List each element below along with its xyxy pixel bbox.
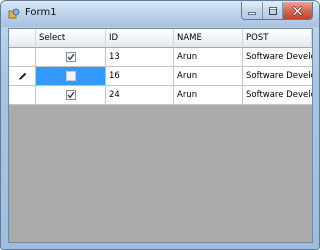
row-header-cell[interactable] (9, 48, 36, 67)
post-cell[interactable]: Software Develo... (243, 86, 312, 105)
id-cell[interactable]: 13 (106, 48, 174, 67)
maximize-button[interactable] (263, 2, 283, 19)
close-button[interactable] (282, 2, 312, 19)
select-checkbox[interactable] (65, 90, 76, 100)
row-header-cell[interactable] (9, 67, 36, 86)
name-cell[interactable]: Arun (174, 67, 243, 86)
window-title: Form1 (25, 7, 57, 18)
select-cell[interactable] (36, 48, 106, 67)
close-icon (292, 5, 303, 16)
column-header-label: ID (109, 33, 119, 43)
datagridview[interactable]: Select ID NAME POST 13 Arun Software Dev… (8, 28, 313, 243)
select-cell[interactable] (36, 86, 106, 105)
column-header-label: Select (39, 33, 66, 43)
data-grid: Select ID NAME POST 13 Arun Software Dev… (9, 29, 312, 105)
post-cell[interactable]: Software Develo... (243, 67, 312, 86)
pencil-edit-icon (18, 72, 26, 80)
checkmark-icon (67, 53, 75, 61)
table-row[interactable]: 13 Arun Software Develo... (9, 48, 312, 67)
column-header-post[interactable]: POST (243, 29, 312, 48)
maximize-icon (268, 6, 277, 15)
window-controls (241, 2, 313, 20)
row-header-cell[interactable] (9, 86, 36, 105)
column-header-select[interactable]: Select (36, 29, 106, 48)
column-header-name[interactable]: NAME (174, 29, 243, 48)
column-header-row: Select ID NAME POST (9, 29, 312, 48)
table-row[interactable]: 24 Arun Software Develo... (9, 86, 312, 105)
column-header-id[interactable]: ID (106, 29, 174, 48)
select-cell[interactable] (36, 67, 106, 86)
minimize-icon (248, 11, 257, 15)
form1-window: Form1 Select ID NAME POST 13 Arun Softwa… (0, 0, 320, 250)
column-header-label: POST (246, 33, 269, 43)
id-cell[interactable]: 16 (106, 67, 174, 86)
select-checkbox[interactable] (65, 71, 76, 81)
minimize-button[interactable] (242, 2, 264, 19)
app-icon (8, 8, 20, 19)
name-cell[interactable]: Arun (174, 48, 243, 67)
select-checkbox[interactable] (65, 52, 76, 62)
checkmark-icon (67, 91, 75, 99)
column-header-label: NAME (177, 33, 202, 43)
id-cell[interactable]: 24 (106, 86, 174, 105)
top-left-header-cell[interactable] (9, 29, 36, 48)
post-cell[interactable]: Software Develo... (243, 48, 312, 67)
name-cell[interactable]: Arun (174, 86, 243, 105)
table-row[interactable]: 16 Arun Software Develo... (9, 67, 312, 86)
title-bar[interactable]: Form1 (1, 1, 319, 27)
